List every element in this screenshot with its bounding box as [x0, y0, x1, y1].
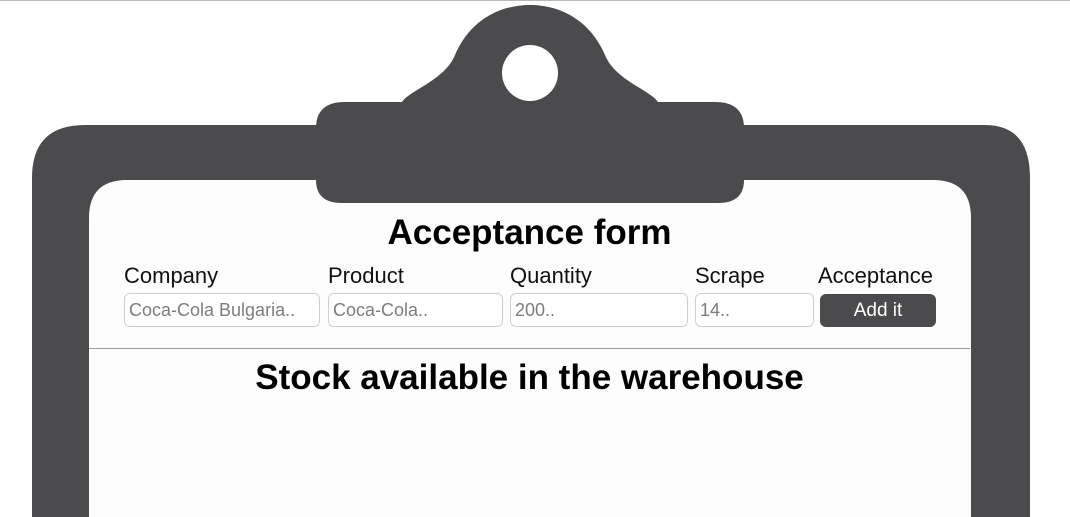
clip-hole: [502, 45, 558, 101]
add-it-button[interactable]: Add it: [820, 294, 936, 327]
stock-title: Stock available in the warehouse: [255, 358, 804, 397]
section-divider: [89, 348, 970, 349]
scrape-label: Scrape: [695, 263, 765, 288]
form-title: Acceptance form: [387, 213, 672, 252]
clip: [316, 5, 744, 203]
acceptance-panel: Acceptance form Company Product Quantity…: [89, 180, 970, 517]
acceptance-label: Acceptance: [818, 263, 933, 288]
quantity-label: Quantity: [510, 263, 592, 288]
quantity-input[interactable]: [510, 293, 688, 327]
product-input[interactable]: [328, 293, 503, 327]
scrape-input[interactable]: [695, 293, 814, 327]
product-label: Product: [328, 263, 404, 288]
company-input[interactable]: [124, 293, 320, 327]
company-label: Company: [124, 263, 219, 288]
